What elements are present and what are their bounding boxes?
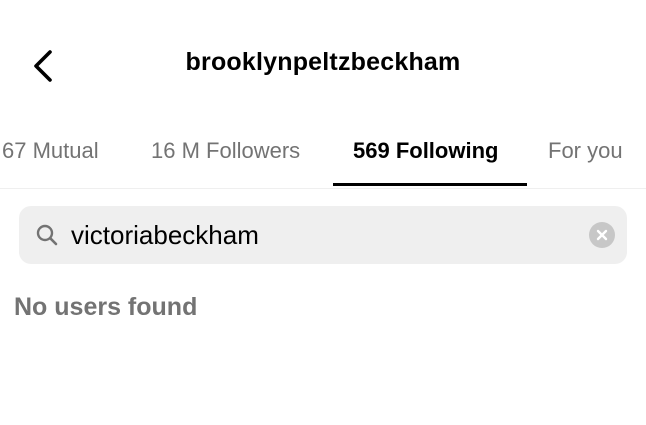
empty-results-message: No users found [14, 293, 198, 321]
clear-icon [596, 229, 608, 241]
tab-followers[interactable]: 16 M Followers [151, 138, 300, 164]
page-title: brooklynpeltzbeckham [185, 48, 461, 76]
search-icon [36, 224, 58, 246]
tab-mutual[interactable]: 67 Mutual [2, 138, 99, 164]
active-tab-indicator [333, 183, 527, 186]
search-bar[interactable] [19, 206, 627, 264]
header: brooklynpeltzbeckham [0, 0, 646, 120]
clear-search-button[interactable] [589, 222, 615, 248]
tab-for-you[interactable]: For you [548, 138, 623, 164]
tab-following[interactable]: 569 Following [353, 138, 498, 164]
tab-bar: 67 Mutual 16 M Followers 569 Following F… [0, 128, 646, 189]
search-input[interactable] [71, 206, 571, 264]
